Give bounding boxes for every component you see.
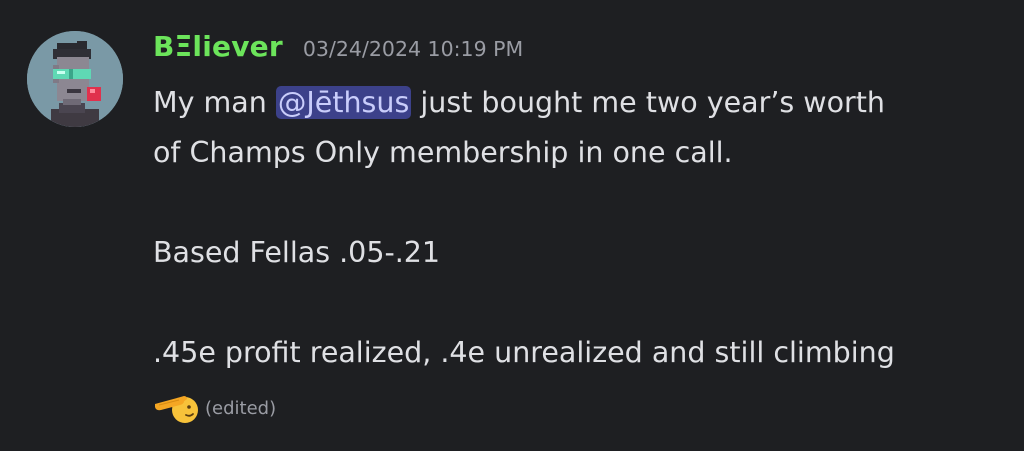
username[interactable]: BΞliever (153, 30, 283, 63)
message-header: BΞliever 03/24/2024 10:19 PM (153, 30, 523, 70)
chat-message: BΞliever 03/24/2024 10:19 PM My man @Jēt… (0, 0, 1024, 451)
message-line-4: .45e profit realized, .4e unrealized and… (153, 336, 895, 369)
edited-row: (edited) (153, 390, 276, 426)
message-line-2: of Champs Only membership in one call. (153, 136, 733, 169)
message-content: My man @Jēthsus just bought me two year’… (153, 78, 1003, 378)
user-mention[interactable]: @Jēthsus (275, 86, 412, 119)
avatar[interactable] (27, 31, 123, 127)
message-text: My man (153, 86, 276, 119)
message-text: just bought me two year’s worth (411, 86, 885, 119)
pixel-punk-avatar-icon (27, 31, 123, 127)
timestamp: 03/24/2024 10:19 PM (302, 37, 524, 61)
message-line-1: My man @Jēthsus just bought me two year’… (153, 78, 1003, 128)
saluting-face-emoji-icon (155, 396, 198, 423)
edited-label: (edited) (205, 397, 277, 419)
message-line-3: Based Fellas .05-.21 (153, 236, 441, 269)
